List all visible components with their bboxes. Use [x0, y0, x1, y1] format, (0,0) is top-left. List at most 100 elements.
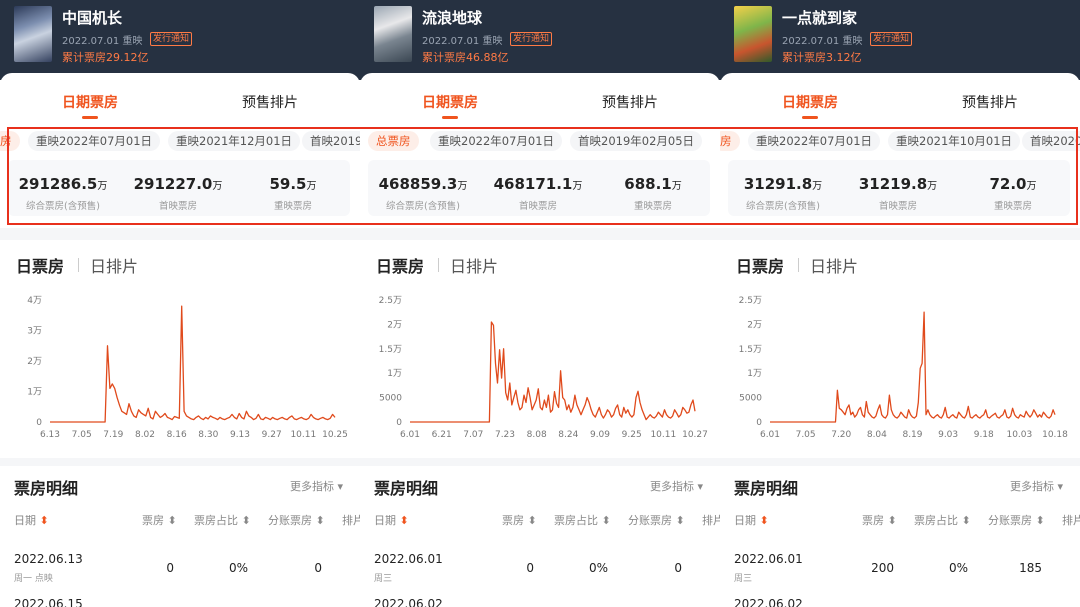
tab-date-box-office[interactable]: 日期票房: [782, 92, 838, 112]
tab-presale-schedule[interactable]: 预售排片: [602, 92, 658, 112]
stat-value: 688.1万: [624, 175, 682, 193]
tab-underline: [802, 116, 818, 119]
release-filter-chip[interactable]: 首映2019: [302, 131, 360, 151]
col-header-date[interactable]: 日期 ⬍: [734, 512, 769, 528]
tab-daily-box-office[interactable]: 日票房: [376, 253, 424, 277]
row-date: 2022.06.02: [734, 597, 803, 607]
daily-box-office-chart: 0 5000 1万 1.5万 2万 2.5万 6.01 6.21 7.07 7.23 8.08 8.2…: [379, 296, 708, 440]
x-tick-label: 10.25: [322, 430, 348, 440]
release-notice-badge[interactable]: 发行通知: [510, 32, 553, 46]
row-box-office: 0: [166, 561, 174, 575]
tab-date-box-office[interactable]: 日期票房: [422, 92, 478, 112]
col-header-rank[interactable]: 排片: [702, 512, 720, 528]
x-tick-label: 10.11: [290, 430, 316, 440]
row-box-office: 200: [871, 561, 894, 575]
section-divider: [360, 458, 720, 466]
col-header-split[interactable]: 分账票房 ⬍: [988, 512, 1045, 528]
sort-icon: ⬍: [675, 514, 685, 527]
col-header-box[interactable]: 票房 ⬍: [862, 512, 897, 528]
col-header-date[interactable]: 日期 ⬍: [374, 512, 409, 528]
sort-icon: ⬍: [241, 514, 251, 527]
stat-label: 综合票房(含预售): [386, 201, 460, 212]
detail-title: 票房明细: [14, 479, 79, 498]
sort-icon: ⬍: [887, 514, 897, 527]
sort-icon: ⬍: [527, 514, 537, 527]
more-metrics-dropdown[interactable]: 更多指标 ▾: [650, 478, 703, 494]
release-info: 2022.07.01 重映: [782, 36, 863, 47]
tab-daily-box-office[interactable]: 日票房: [16, 253, 64, 277]
col-header-split[interactable]: 分账票房 ⬍: [268, 512, 325, 528]
tab-presale-schedule[interactable]: 预售排片: [962, 92, 1018, 112]
row-date: 2022.06.02: [374, 597, 443, 607]
tab-daily-schedule[interactable]: 日排片: [450, 253, 498, 277]
movie-header: 中国机长 2022.07.01 重映 发行通知 累计票房29.12亿: [0, 0, 360, 80]
release-filter-chip[interactable]: 总票房: [368, 131, 419, 151]
stat-value: 31219.8万: [858, 175, 938, 193]
stat-label: 综合票房(含预售): [746, 201, 820, 212]
release-filter-chip[interactable]: 首映2020: [1022, 131, 1080, 151]
tab-presale-schedule[interactable]: 预售排片: [242, 92, 298, 112]
y-tick-label: 1万: [387, 369, 402, 379]
tab-daily-box-office[interactable]: 日票房: [736, 253, 784, 277]
x-tick-label: 8.30: [198, 430, 218, 440]
y-tick-label: 2万: [387, 320, 402, 330]
release-filter-chip[interactable]: 重映2022年07月01日: [28, 131, 161, 151]
detail-title: 票房明细: [734, 479, 799, 498]
x-tick-label: 9.18: [974, 430, 994, 440]
x-tick-label: 8.19: [902, 430, 922, 440]
tab-date-box-office[interactable]: 日期票房: [62, 92, 118, 112]
col-header-split[interactable]: 分账票房 ⬍: [628, 512, 685, 528]
release-filter-chip[interactable]: 重映2021年12月01日: [168, 131, 301, 151]
y-tick-label: 1万: [747, 369, 762, 379]
movie-poster[interactable]: [374, 6, 412, 62]
col-header-box[interactable]: 票房 ⬍: [142, 512, 177, 528]
y-tick-label: 5000: [739, 394, 762, 404]
x-tick-label: 7.19: [103, 430, 123, 440]
release-notice-badge[interactable]: 发行通知: [150, 32, 193, 46]
stat-value: 72.0万: [989, 175, 1037, 193]
release-filter-chip[interactable]: 房: [720, 131, 740, 151]
movie-poster[interactable]: [734, 6, 772, 62]
col-header-rank[interactable]: 排片: [342, 512, 360, 528]
release-filter-chip[interactable]: 重映2021年10月01日: [888, 131, 1021, 151]
more-metrics-dropdown[interactable]: 更多指标 ▾: [290, 478, 343, 494]
y-tick-label: 4万: [27, 296, 42, 306]
col-header-share[interactable]: 票房占比 ⬍: [914, 512, 971, 528]
x-tick-label: 7.05: [72, 430, 92, 440]
col-header-rank[interactable]: 排片: [1062, 512, 1080, 528]
movie-title: 流浪地球: [422, 9, 483, 27]
stat-label: 重映票房: [993, 201, 1032, 212]
stat-label: 综合票房(含预售): [26, 201, 100, 212]
tab-daily-schedule[interactable]: 日排片: [810, 253, 858, 277]
row-date: 2022.06.13: [14, 552, 83, 566]
x-tick-label: 7.05: [796, 430, 816, 440]
y-tick-label: 1万: [27, 388, 42, 398]
y-tick-label: 0: [36, 418, 42, 428]
release-notice-badge[interactable]: 发行通知: [870, 32, 913, 46]
stat-label: 首映票房: [518, 201, 557, 212]
col-header-share[interactable]: 票房占比 ⬍: [194, 512, 251, 528]
section-divider: [360, 228, 720, 240]
movie-panel-3: 中国机长 2022.07.01 重映 发行通知 累计票房29.12亿 日期票房 预…: [0, 0, 360, 607]
release-filter-chip[interactable]: 房: [0, 131, 20, 151]
y-tick-label: 2万: [27, 357, 42, 367]
col-header-share[interactable]: 票房占比 ⬍: [554, 512, 611, 528]
movie-panel-1: 流浪地球 2022.07.01 重映 发行通知 累计票房46.88亿 日期票房 预…: [360, 0, 720, 607]
y-tick-label: 1.5万: [739, 345, 762, 355]
release-info: 2022.07.01 重映: [422, 36, 503, 47]
tab-underline: [442, 116, 458, 119]
col-header-date[interactable]: 日期 ⬍: [14, 512, 49, 528]
sort-icon: ⬍: [1035, 514, 1045, 527]
release-filter-chip[interactable]: 重映2022年07月01日: [430, 131, 563, 151]
movie-poster[interactable]: [14, 6, 52, 62]
more-metrics-dropdown[interactable]: 更多指标 ▾: [1010, 478, 1063, 494]
movie-header: 流浪地球 2022.07.01 重映 发行通知 累计票房46.88亿: [360, 0, 720, 80]
x-tick-label: 9.25: [622, 430, 642, 440]
col-header-box[interactable]: 票房 ⬍: [502, 512, 537, 528]
tab-daily-schedule[interactable]: 日排片: [90, 253, 138, 277]
y-tick-label: 5000: [379, 394, 402, 404]
release-filter-chip[interactable]: 重映2022年07月01日: [748, 131, 881, 151]
stat-value: 291227.0万: [133, 175, 223, 193]
release-filter-chip[interactable]: 首映2019年02月05日: [570, 131, 703, 151]
stats-box: 31291.8万 综合票房(含预售) 31219.8万 首映票房 72.0万 重…: [728, 160, 1070, 216]
